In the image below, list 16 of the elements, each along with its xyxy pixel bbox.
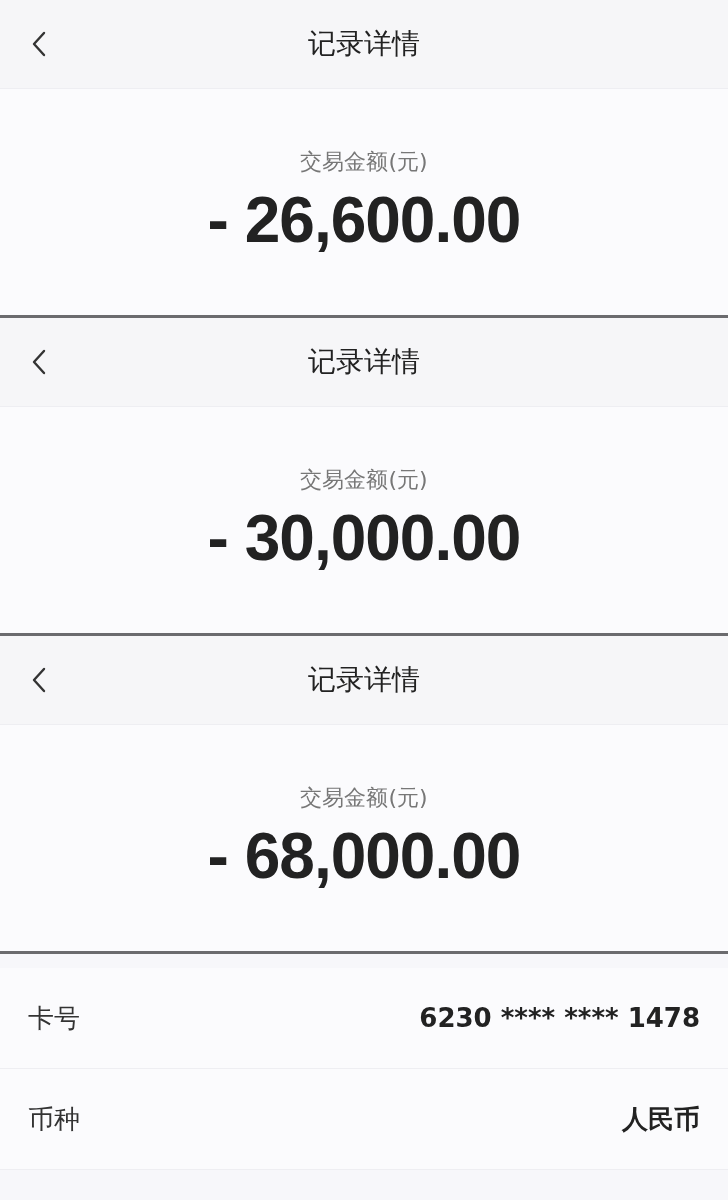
amount-label: 交易金额(元) [300, 784, 428, 812]
detail-label: 币种 [28, 1102, 80, 1136]
transaction-amount: - 30,000.00 [207, 501, 521, 575]
back-icon[interactable] [32, 31, 46, 57]
back-icon[interactable] [32, 667, 46, 693]
amount-label: 交易金额(元) [300, 148, 428, 176]
detail-value: 6230 **** **** 1478 [419, 1003, 700, 1033]
page-title: 记录详情 [308, 344, 420, 380]
page-title: 记录详情 [308, 26, 420, 62]
amount-label: 交易金额(元) [300, 466, 428, 494]
transaction-amount: - 26,600.00 [207, 183, 521, 257]
detail-value: 人民币 [622, 1102, 700, 1136]
page-title: 记录详情 [308, 662, 420, 698]
back-icon[interactable] [32, 349, 46, 375]
detail-label: 卡号 [28, 1001, 80, 1035]
transaction-amount: - 68,000.00 [207, 819, 521, 893]
